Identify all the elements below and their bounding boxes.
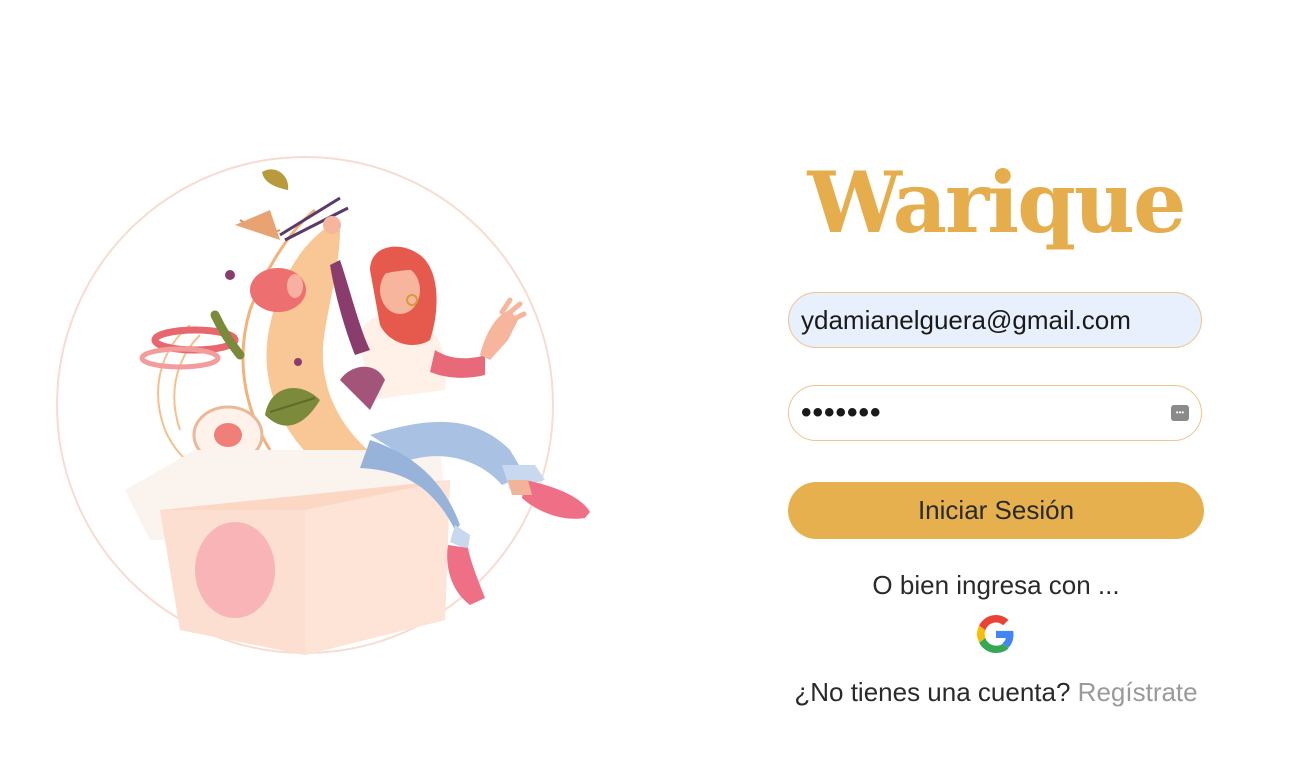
password-manager-icon[interactable]: •••: [1171, 405, 1189, 421]
hero-illustration: [40, 150, 620, 680]
google-icon: [977, 615, 1014, 653]
register-link[interactable]: Regístrate: [1078, 677, 1198, 707]
google-login-button[interactable]: [977, 615, 1015, 653]
email-field[interactable]: ydamianelguera@gmail.com: [788, 292, 1202, 348]
alt-login-text: O bien ingresa con ...: [872, 570, 1120, 600]
warique-logo: Warique: [807, 153, 1187, 252]
no-account-text: ¿No tienes una cuenta?: [794, 677, 1071, 707]
logo-text: Warique: [807, 153, 1185, 252]
password-value: •••••••: [801, 396, 882, 429]
register-line: ¿No tienes una cuenta? Regístrate: [786, 677, 1206, 708]
email-value: ydamianelguera@gmail.com: [801, 304, 1131, 335]
password-field[interactable]: ••••••• •••: [788, 385, 1202, 441]
noodle-woman-illustration: [56, 156, 590, 655]
login-button[interactable]: Iniciar Sesión: [788, 482, 1204, 539]
login-panel: Warique ydamianelguera@gmail.com •••••••…: [786, 140, 1206, 740]
